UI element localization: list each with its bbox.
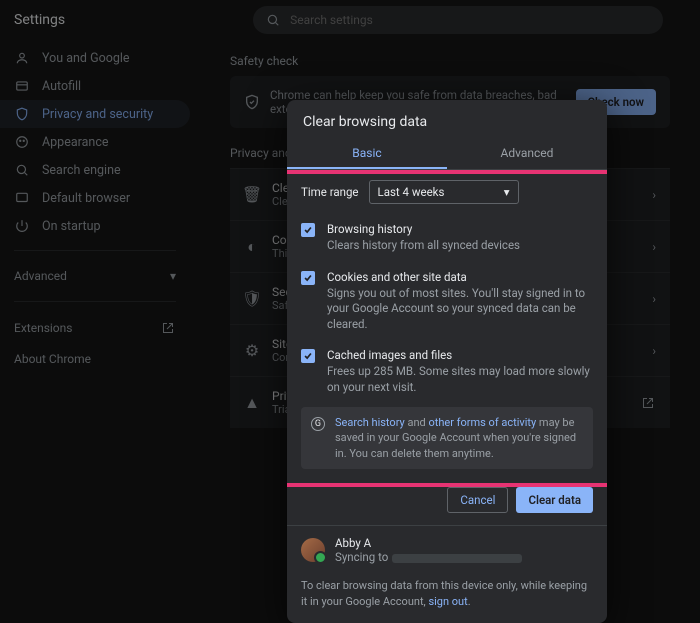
sync-status: Abby A Syncing to bbox=[287, 526, 607, 574]
sandbox-icon: ▲ bbox=[244, 395, 260, 411]
sidebar-item-default-browser[interactable]: Default browser bbox=[0, 184, 190, 212]
shield-icon bbox=[14, 106, 30, 122]
sidebar-advanced[interactable]: Advanced▾ bbox=[0, 261, 190, 291]
chevron-down-icon: ▾ bbox=[504, 185, 510, 199]
sync-status-text: Syncing to bbox=[335, 550, 388, 564]
clear-browsing-data-dialog: Clear browsing data Basic Advanced Time … bbox=[287, 100, 607, 623]
chevron-right-icon: › bbox=[652, 240, 656, 254]
sidebar-item-label: Default browser bbox=[42, 191, 130, 206]
checkbox-browsing-history[interactable] bbox=[301, 223, 315, 237]
time-range-select[interactable]: Last 4 weeks ▾ bbox=[369, 180, 519, 204]
cookie-icon: ◐ bbox=[244, 239, 260, 255]
search-icon bbox=[14, 162, 30, 178]
chevron-down-icon: ▾ bbox=[170, 269, 176, 283]
shield-icon: 🛡 bbox=[244, 291, 260, 307]
google-icon: G bbox=[311, 417, 325, 431]
dialog-title: Clear browsing data bbox=[287, 100, 607, 138]
sidebar-item-privacy-security[interactable]: Privacy and security bbox=[0, 100, 190, 128]
checkbox-cached[interactable] bbox=[301, 349, 315, 363]
sidebar-item-appearance[interactable]: Appearance bbox=[0, 128, 190, 156]
tab-basic[interactable]: Basic bbox=[287, 138, 447, 169]
trash-icon: 🗑 bbox=[244, 187, 260, 203]
sidebar-item-label: Autofill bbox=[42, 79, 81, 94]
sidebar-item-label: Appearance bbox=[42, 135, 109, 150]
other-activity-link[interactable]: other forms of activity bbox=[428, 416, 536, 429]
option-desc: Frees up 285 MB. Some sites may load mor… bbox=[327, 364, 593, 395]
external-link-icon bbox=[160, 320, 176, 336]
option-title: Cached images and files bbox=[327, 348, 593, 362]
sync-user-name: Abby A bbox=[335, 536, 522, 550]
sign-out-link[interactable]: sign out bbox=[428, 595, 467, 608]
sidebar-item-you-and-google[interactable]: You and Google bbox=[0, 44, 190, 72]
page-title: Settings bbox=[14, 12, 65, 28]
safety-check-heading: Safety check bbox=[230, 54, 670, 68]
option-desc: Signs you out of most sites. You'll stay… bbox=[327, 286, 593, 333]
dialog-footnote: To clear browsing data from this device … bbox=[287, 574, 607, 623]
sidebar-item-search-engine[interactable]: Search engine bbox=[0, 156, 190, 184]
autofill-icon bbox=[14, 78, 30, 94]
person-icon bbox=[14, 50, 30, 66]
sidebar-item-label: Search engine bbox=[42, 163, 121, 178]
tune-icon: ⚙ bbox=[244, 343, 260, 359]
chevron-right-icon: › bbox=[652, 188, 656, 202]
option-title: Cookies and other site data bbox=[327, 270, 593, 284]
google-activity-notice: G Search history and other forms of acti… bbox=[301, 407, 593, 469]
time-range-value: Last 4 weeks bbox=[378, 185, 445, 199]
sidebar-extensions[interactable]: Extensions bbox=[0, 312, 190, 344]
sidebar-item-autofill[interactable]: Autofill bbox=[0, 72, 190, 100]
sidebar-item-on-startup[interactable]: On startup bbox=[0, 212, 190, 240]
clear-data-button[interactable]: Clear data bbox=[516, 487, 593, 513]
browser-icon bbox=[14, 190, 30, 206]
external-link-icon bbox=[640, 395, 656, 411]
sidebar-item-label: Privacy and security bbox=[42, 107, 153, 122]
power-icon bbox=[14, 218, 30, 234]
sidebar-item-label: On startup bbox=[42, 219, 100, 234]
avatar bbox=[301, 538, 325, 562]
shield-check-icon bbox=[244, 94, 260, 110]
chevron-right-icon: › bbox=[652, 344, 656, 358]
search-bar[interactable] bbox=[253, 6, 663, 34]
checkbox-cookies[interactable] bbox=[301, 271, 315, 285]
option-title: Browsing history bbox=[327, 222, 520, 236]
chevron-right-icon: › bbox=[652, 292, 656, 306]
sidebar-item-label: You and Google bbox=[42, 51, 130, 66]
option-desc: Clears history from all synced devices bbox=[327, 238, 520, 254]
redacted-bar bbox=[392, 554, 522, 563]
search-history-link[interactable]: Search history bbox=[335, 416, 405, 429]
appearance-icon bbox=[14, 134, 30, 150]
cancel-button[interactable]: Cancel bbox=[447, 487, 508, 513]
tab-advanced[interactable]: Advanced bbox=[447, 138, 607, 169]
search-icon bbox=[265, 12, 280, 28]
sidebar-about[interactable]: About Chrome bbox=[0, 344, 190, 374]
search-input[interactable] bbox=[290, 13, 651, 27]
time-range-label: Time range bbox=[301, 185, 359, 199]
